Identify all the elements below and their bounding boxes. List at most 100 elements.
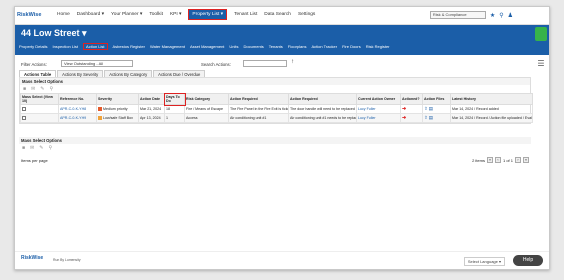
subnav-tenants[interactable]: Tenants xyxy=(269,44,283,50)
filter-select[interactable]: View Outstanding - All xyxy=(61,60,133,67)
edit-icon[interactable]: ✎ xyxy=(40,86,44,92)
footer: RiskWise Run By Lumensity Select Languag… xyxy=(15,251,549,269)
logo[interactable]: RiskWise xyxy=(17,12,41,18)
filter-bar: Filter Actions: View Outstanding - All S… xyxy=(19,59,529,69)
severity-text: Low/safe Staff Box xyxy=(103,115,133,120)
owner-link[interactable]: Lucy Fuller xyxy=(356,113,401,123)
mail-icon[interactable]: ✉ xyxy=(31,86,35,92)
subnav-risk-register[interactable]: Risk Register xyxy=(366,44,390,50)
search-input[interactable] xyxy=(243,60,287,67)
col-days-to-do[interactable]: Days To Do xyxy=(163,92,186,106)
col-action-files[interactable]: Action Files xyxy=(422,93,451,105)
mail-icon[interactable]: ✉ xyxy=(30,145,34,151)
subnav-fire-doors[interactable]: Fire Doors xyxy=(342,44,361,50)
subnav-units[interactable]: Units xyxy=(229,44,238,50)
powered-by[interactable]: Run By Lumensity xyxy=(53,258,81,262)
pagination: Items per page 2 items « ‹ 1 of 1 › » xyxy=(19,156,531,164)
search-icon[interactable]: ⚲ xyxy=(48,145,52,151)
folder-icon[interactable]: ▤ xyxy=(429,115,433,120)
first-page-button[interactable]: « xyxy=(486,157,493,163)
delete-icon[interactable]: ■ xyxy=(22,145,25,151)
top-right-tools: Risk & Compliance ★ ⚲ ♟ xyxy=(429,11,513,19)
col-severity[interactable]: Severity xyxy=(96,93,139,105)
col-latest-history[interactable]: Latest History xyxy=(450,93,533,105)
nav-dashboard[interactable]: Dashboard ▾ xyxy=(77,12,104,20)
arrow-right-icon[interactable]: ➜ xyxy=(402,115,406,121)
search-icon[interactable]: ⚲ xyxy=(49,86,53,92)
filter-label: Filter Actions: xyxy=(21,62,47,67)
risk-category: Fire / Means of Escape xyxy=(184,104,229,114)
col-reference[interactable]: Reference No. xyxy=(58,93,97,105)
subnav-documents[interactable]: Documents xyxy=(244,44,264,50)
menu-icon[interactable]: ☰ xyxy=(535,59,547,69)
nav-settings[interactable]: Settings xyxy=(298,12,315,20)
upload-icon[interactable]: ⇧ xyxy=(424,115,428,120)
col-action-required[interactable]: Action Required xyxy=(228,93,289,105)
next-page-button[interactable]: › xyxy=(515,157,521,163)
action-date: Mar 21, 2024 xyxy=(138,104,165,114)
row-checkbox[interactable] xyxy=(22,115,26,120)
mass-select-title-bottom: Mass Select Options xyxy=(19,137,531,144)
owner-link[interactable]: Lucy Fuller xyxy=(356,104,401,114)
table-header: Mass Select (View 10) Reference No. Seve… xyxy=(20,92,533,106)
risk-category: Access xyxy=(184,113,229,123)
col-action-date[interactable]: Action Date xyxy=(138,93,165,105)
actioned-cell: ➜ xyxy=(400,104,423,114)
users-icon[interactable]: ♟ xyxy=(508,12,513,19)
action-required: The Fire Panel in the Fire Exit is ticke… xyxy=(228,104,289,114)
mass-select-toolbar: ■ ✉ ✎ ⚲ xyxy=(20,85,530,93)
subnav-floorplans[interactable]: Floorplans xyxy=(288,44,307,50)
col-risk-category[interactable]: Risk Category xyxy=(184,93,229,105)
col-action-required-2[interactable]: Action Required xyxy=(288,93,357,105)
nav-data-search[interactable]: Data Search xyxy=(264,12,291,20)
nav-property-list[interactable]: Property List ▾ xyxy=(188,9,228,20)
col-owner[interactable]: Current Action Owner xyxy=(356,93,401,105)
col-mass-select[interactable]: Mass Select (View 10) xyxy=(20,93,59,105)
upload-icon[interactable]: ⇧ xyxy=(424,106,428,111)
table-row[interactable]: APR-C-0-K-YH9 Low/safe Staff Box Apr 13,… xyxy=(20,113,533,123)
folder-icon[interactable]: ▤ xyxy=(429,106,433,111)
edit-icon[interactable]: ✎ xyxy=(39,145,43,151)
severity-swatch xyxy=(98,107,102,112)
status-tab[interactable] xyxy=(535,27,547,41)
nav-tenant-list[interactable]: Tenant List xyxy=(234,12,257,20)
prev-page-button[interactable]: ‹ xyxy=(494,157,501,163)
mass-select-bottom: Mass Select Options ■ ✉ ✎ ⚲ xyxy=(19,137,531,152)
items-per-page[interactable]: Items per page xyxy=(21,158,48,163)
subnav-asbestos-register[interactable]: Asbestos Register xyxy=(113,44,145,50)
nav-kpi[interactable]: KPI ▾ xyxy=(170,12,181,20)
reference-link[interactable]: APR-C-0-K-YH9 xyxy=(58,113,97,123)
delete-icon[interactable]: ■ xyxy=(23,86,26,92)
language-select[interactable]: Select Language ▾ xyxy=(463,257,505,266)
nav-planner[interactable]: Your Planner ▾ xyxy=(111,12,142,20)
table-row[interactable]: APR-C-0-K-YH8 Medium priority Mar 21, 20… xyxy=(20,104,533,114)
mass-select-title: Mass Select Options xyxy=(20,78,530,85)
severity-swatch xyxy=(98,116,102,121)
star-icon[interactable]: ★ xyxy=(490,12,495,19)
action-date: Apr 13, 2024 xyxy=(138,113,165,123)
subnav-property-details[interactable]: Property Details xyxy=(19,44,47,50)
subnav-action-tracker[interactable]: Action Tracker xyxy=(311,44,337,50)
search-icon[interactable]: ⚲ xyxy=(499,12,503,19)
property-subnav: Property Details Inspection List Action … xyxy=(19,43,390,50)
subnav-inspection-list[interactable]: Inspection List xyxy=(52,44,78,50)
subnav-water-management[interactable]: Water Management xyxy=(150,44,185,50)
organisation-select[interactable]: Risk & Compliance xyxy=(429,11,486,19)
row-checkbox-cell xyxy=(20,113,59,123)
nav-toolkit[interactable]: Toolkit xyxy=(149,12,163,20)
arrow-right-icon[interactable]: ➜ xyxy=(402,106,406,112)
actions-panel: Mass Select Options ■ ✉ ✎ ⚲ Mass Select … xyxy=(19,77,533,124)
pin-icon[interactable]: ↑ xyxy=(291,59,294,65)
action-required-2: The door handle will need to be replaced xyxy=(288,104,357,114)
last-page-button[interactable]: » xyxy=(523,157,529,163)
col-actioned[interactable]: Actioned? xyxy=(400,93,423,105)
footer-logo: RiskWise xyxy=(21,255,44,261)
subnav-action-list[interactable]: Action List xyxy=(83,43,108,50)
row-checkbox[interactable] xyxy=(22,106,26,111)
nav-home[interactable]: Home xyxy=(57,12,70,20)
property-title[interactable]: 44 Low Street ▾ xyxy=(21,28,87,39)
subnav-asset-management[interactable]: Asset Management xyxy=(190,44,224,50)
reference-link[interactable]: APR-C-0-K-YH8 xyxy=(58,104,97,114)
search-label: Search Actions: xyxy=(201,62,231,67)
help-button[interactable]: Help xyxy=(513,255,543,266)
